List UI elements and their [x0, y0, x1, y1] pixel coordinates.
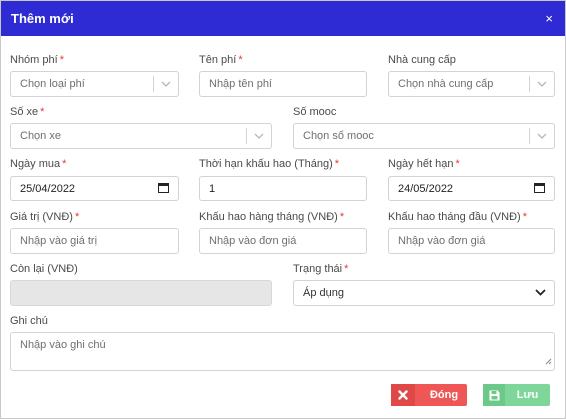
- trailer-placeholder: Chọn số mooc: [303, 130, 374, 142]
- fee-group-label: Nhóm phí: [10, 54, 58, 66]
- status-label: Trạng thái: [293, 263, 343, 275]
- save-button-label: Lưu: [516, 389, 539, 401]
- add-fee-modal: Thêm mới × Nhóm phí * Chọn loại phí Tên p…: [0, 0, 566, 419]
- fee-name-label-wrap: Tên phí *: [199, 53, 243, 67]
- trailer-label: Số mooc: [293, 106, 337, 118]
- note-label: Ghi chú: [10, 315, 48, 327]
- fee-group-select[interactable]: Chọn loại phí: [10, 71, 179, 97]
- expiry-date-value: 24/05/2022: [398, 182, 454, 195]
- monthly-depreciation-label-wrap: Khấu hao hàng tháng (VNĐ) *: [199, 210, 344, 224]
- required-mark: *: [455, 158, 460, 170]
- chevron-down-icon[interactable]: [535, 287, 546, 299]
- required-mark: *: [74, 211, 80, 223]
- value-label: Giá trị (VNĐ): [10, 211, 73, 223]
- calendar-icon[interactable]: [534, 182, 545, 196]
- first-month-depreciation-label: Khấu hao tháng đầu (VNĐ): [388, 211, 521, 223]
- value-label-wrap: Giá trị (VNĐ) *: [10, 210, 79, 224]
- vehicle-label-wrap: Số xe *: [10, 105, 44, 119]
- required-mark: *: [238, 54, 243, 66]
- purchase-date-value: 25/04/2022: [20, 182, 76, 195]
- calendar-icon[interactable]: [158, 182, 169, 196]
- save-button[interactable]: Lưu: [483, 384, 550, 406]
- required-mark: *: [40, 106, 45, 118]
- note-textarea[interactable]: Nhập vào ghi chú: [10, 332, 555, 371]
- remaining-input: [10, 280, 272, 306]
- depreciation-term-value: 1: [209, 182, 216, 195]
- chevron-down-icon[interactable]: [530, 133, 554, 139]
- status-value: Áp dụng: [303, 287, 344, 299]
- x-icon: [391, 384, 415, 406]
- depreciation-term-label: Thời hạn khấu hao (Tháng): [199, 158, 333, 170]
- close-icon[interactable]: ×: [545, 11, 553, 26]
- supplier-select[interactable]: Chọn nhà cung cấp: [388, 71, 555, 97]
- depreciation-term-label-wrap: Thời hạn khấu hao (Tháng) *: [199, 157, 339, 171]
- vehicle-select[interactable]: Chọn xe: [10, 123, 272, 149]
- modal-title: Thêm mới: [11, 11, 74, 26]
- fee-name-placeholder: Nhập tên phí: [209, 78, 272, 90]
- first-month-depreciation-label-wrap: Khấu hao tháng đầu (VNĐ) *: [388, 210, 527, 224]
- floppy-disk-icon: [483, 384, 505, 406]
- chevron-down-icon[interactable]: [154, 81, 178, 87]
- monthly-depreciation-input[interactable]: Nhập vào đơn giá: [199, 228, 367, 254]
- first-month-depreciation-input[interactable]: Nhập vào đơn giá: [388, 228, 555, 254]
- resize-handle-icon[interactable]: [545, 356, 552, 368]
- expiry-date-input[interactable]: 24/05/2022: [388, 176, 555, 201]
- supplier-placeholder: Chọn nhà cung cấp: [398, 78, 494, 90]
- required-mark: *: [62, 158, 67, 170]
- supplier-label-wrap: Nhà cung cấp: [388, 53, 456, 67]
- required-mark: *: [59, 54, 64, 66]
- vehicle-label: Số xe: [10, 106, 39, 118]
- required-mark: *: [522, 211, 527, 223]
- note-placeholder: Nhập vào ghi chú: [20, 339, 106, 351]
- monthly-depreciation-placeholder: Nhập vào đơn giá: [209, 235, 297, 247]
- value-placeholder: Nhập vào giá trị: [20, 235, 98, 247]
- remaining-label-wrap: Còn lại (VNĐ): [10, 262, 78, 276]
- supplier-label: Nhà cung cấp: [388, 54, 456, 66]
- trailer-label-wrap: Số mooc: [293, 105, 336, 119]
- status-label-wrap: Trạng thái *: [293, 262, 348, 276]
- fee-group-placeholder: Chọn loại phí: [20, 78, 85, 90]
- close-button-label: Đóng: [429, 389, 459, 401]
- chevron-down-icon[interactable]: [247, 133, 271, 139]
- fee-group-label-wrap: Nhóm phí *: [10, 53, 64, 67]
- vehicle-placeholder: Chọn xe: [20, 130, 61, 142]
- value-input[interactable]: Nhập vào giá trị: [10, 228, 179, 254]
- required-mark: *: [344, 263, 349, 275]
- fee-name-label: Tên phí: [199, 54, 237, 66]
- monthly-depreciation-label: Khấu hao hàng tháng (VNĐ): [199, 211, 338, 223]
- purchase-date-input[interactable]: 25/04/2022: [10, 176, 179, 201]
- close-button[interactable]: Đóng: [391, 384, 467, 406]
- note-label-wrap: Ghi chú: [10, 314, 48, 328]
- purchase-date-label-wrap: Ngày mua *: [10, 157, 66, 171]
- purchase-date-label: Ngày mua: [10, 158, 61, 170]
- required-mark: *: [339, 211, 345, 223]
- remaining-label: Còn lại (VNĐ): [10, 263, 78, 275]
- fee-name-input[interactable]: Nhập tên phí: [199, 71, 367, 97]
- modal-header: Thêm mới ×: [1, 1, 565, 36]
- first-month-depreciation-placeholder: Nhập vào đơn giá: [398, 235, 486, 247]
- expiry-date-label: Ngày hết hạn: [388, 158, 454, 170]
- depreciation-term-input[interactable]: 1: [199, 176, 367, 201]
- chevron-down-icon[interactable]: [530, 81, 554, 87]
- expiry-date-label-wrap: Ngày hết hạn *: [388, 157, 460, 171]
- status-select[interactable]: Áp dụng: [293, 280, 555, 306]
- required-mark: *: [334, 158, 340, 170]
- trailer-select[interactable]: Chọn số mooc: [293, 123, 555, 149]
